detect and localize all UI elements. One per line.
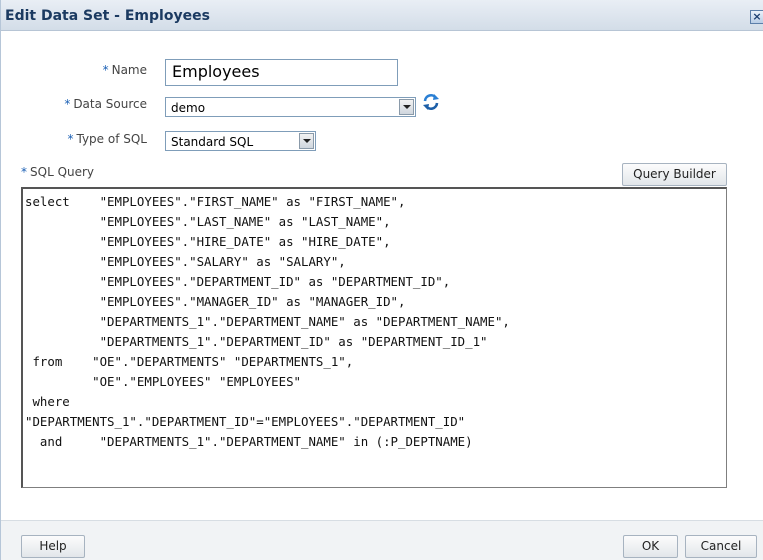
name-input[interactable]: Employees	[165, 59, 398, 86]
help-button[interactable]: Help	[21, 535, 85, 558]
required-marker: *	[64, 97, 71, 111]
type-of-sql-label: * Type of SQL	[41, 132, 147, 146]
query-builder-button[interactable]: Query Builder	[622, 163, 727, 186]
sql-query-label: * SQL Query	[21, 165, 94, 179]
data-source-label: * Data Source	[41, 97, 147, 111]
name-label-text: Name	[111, 63, 147, 77]
data-source-label-text: Data Source	[73, 97, 147, 111]
type-of-sql-select[interactable]: Standard SQL	[165, 131, 316, 151]
required-marker: *	[21, 165, 27, 179]
sql-query-textarea[interactable]: select "EMPLOYEES"."FIRST_NAME" as "FIRS…	[21, 187, 727, 488]
sql-query-label-text: SQL Query	[30, 165, 95, 179]
close-icon[interactable]: ×	[750, 10, 763, 24]
edit-data-set-dialog: Edit Data Set - Employees × * Name Employ…	[0, 0, 763, 560]
data-source-value: demo	[171, 101, 206, 115]
ok-button[interactable]: OK	[623, 535, 678, 558]
chevron-down-icon[interactable]	[299, 133, 314, 149]
type-of-sql-label-text: Type of SQL	[76, 132, 147, 146]
data-source-select[interactable]: demo	[165, 97, 416, 117]
type-of-sql-value: Standard SQL	[171, 135, 254, 149]
dialog-title: Edit Data Set - Employees	[5, 8, 210, 24]
dialog-footer: Help OK Cancel	[1, 520, 763, 560]
required-marker: *	[102, 63, 109, 77]
required-marker: *	[67, 132, 74, 146]
chevron-down-icon[interactable]	[399, 99, 414, 115]
refresh-icon[interactable]	[422, 93, 440, 111]
cancel-button[interactable]: Cancel	[685, 535, 757, 558]
name-label: * Name	[61, 63, 147, 77]
dialog-titlebar: Edit Data Set - Employees ×	[1, 0, 763, 31]
